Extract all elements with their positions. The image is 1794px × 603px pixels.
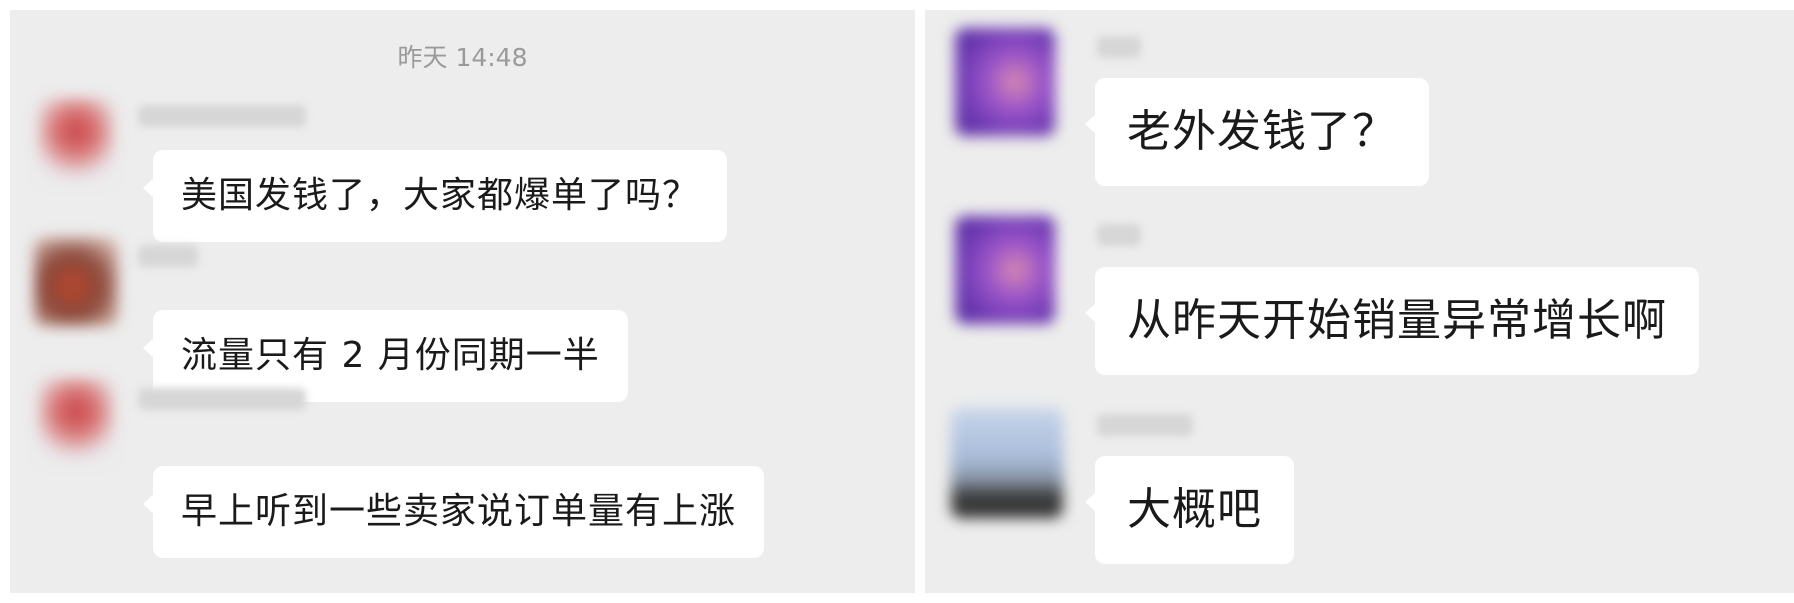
message-bubble[interactable]: 老外发钱了？ (1085, 78, 1429, 186)
message-bubble[interactable]: 大概吧 (1085, 456, 1294, 564)
avatar[interactable] (955, 216, 1055, 324)
avatar[interactable] (955, 28, 1055, 136)
message-bubble[interactable]: 美国发钱了，大家都爆单了吗？ (142, 150, 728, 242)
sender-name-blurred (1097, 224, 1141, 246)
chat-timestamp: 昨天 14:48 (397, 43, 528, 72)
avatar[interactable] (38, 98, 114, 182)
sender-name-blurred (1097, 414, 1193, 436)
message-text: 美国发钱了，大家都爆单了吗？ (181, 175, 700, 216)
message-text: 从昨天开始销量异常增长啊 (1127, 295, 1667, 346)
avatar[interactable] (34, 238, 118, 326)
chat-panel-left: 昨天 14:48 美国发钱了，大家都爆单了吗？ 流量只有 2 月份同期一半 早上… (10, 10, 915, 593)
message-text: 大概吧 (1127, 484, 1262, 535)
avatar[interactable] (38, 378, 114, 462)
message-text: 早上听到一些卖家说订单量有上涨 (181, 491, 737, 532)
chat-panel-right: 老外发钱了？ 从昨天开始销量异常增长啊 大概吧 (925, 10, 1794, 593)
sender-name-blurred (1097, 36, 1141, 58)
message-text: 流量只有 2 月份同期一半 (181, 335, 600, 376)
message-bubble[interactable]: 从昨天开始销量异常增长啊 (1085, 267, 1699, 375)
avatar[interactable] (951, 408, 1063, 518)
message-bubble[interactable]: 早上听到一些卖家说订单量有上涨 (142, 466, 765, 558)
message-text: 老外发钱了？ (1127, 106, 1397, 157)
sender-name-blurred (138, 105, 306, 127)
sender-name-blurred (138, 245, 198, 267)
sender-name-blurred (138, 388, 306, 410)
